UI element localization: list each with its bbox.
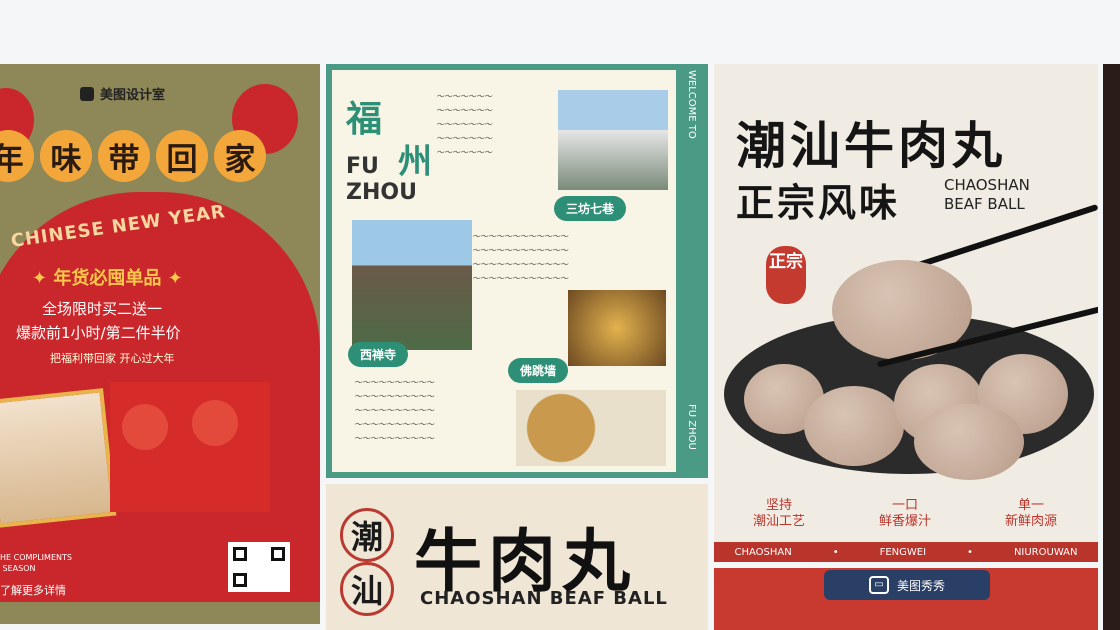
side-text: FU ZHOU: [686, 404, 697, 450]
promo-subtitle: ✦ 年货必囤单品 ✦: [32, 268, 183, 289]
headline-char: 味: [40, 130, 92, 182]
english-line: CHAOSHAN: [944, 176, 1030, 194]
side-text: WELCOME TO: [686, 70, 697, 139]
qr-code-icon: [228, 542, 290, 592]
beef-ball-image: [804, 386, 904, 466]
template-card-beef-ball-banner[interactable]: 潮 汕 牛肉丸 CHAOSHAN BEAF BALL: [326, 484, 708, 630]
top-bar: [0, 0, 1120, 62]
title-english: ZHOU: [346, 180, 417, 205]
template-card-beef-ball-poster[interactable]: 潮汕牛肉丸 正宗风味 CHAOSHAN BEAF BALL 正宗 坚持 潮汕工艺 …: [714, 64, 1098, 562]
headline: 年 味 带 回 家: [0, 130, 266, 182]
handwritten-text: ～～～～～～～～～～～～～～～～～～～～～～～～～～～～～～～～～～～～～～～～…: [354, 378, 434, 443]
feature-label: 一口 鲜香爆汁: [878, 498, 931, 529]
cake-image: [192, 400, 238, 446]
banner-english: CHAOSHAN BEAF BALL: [420, 588, 668, 609]
template-card-fuzhou[interactable]: 福 州 FU ZHOU ～～～～～～～ ～～～～～～～ ～～～～～～～ ～～～～～～～…: [326, 64, 708, 478]
cake-image: [122, 404, 168, 450]
promo-line: 把福利带回家 开心过大年: [50, 352, 175, 365]
footer-link: 了解更多详情: [0, 584, 66, 597]
pagoda-photo: [352, 220, 472, 350]
headline-char: 家: [214, 130, 266, 182]
ring-char: 潮: [340, 508, 394, 562]
brand-label: 美图设计室: [80, 84, 165, 103]
bar-text: CHAOSHAN: [734, 546, 792, 558]
bar-text: NIUROUWAN: [1013, 546, 1078, 558]
headline-char: 回: [156, 130, 208, 182]
authentic-stamp: 正宗: [766, 246, 806, 304]
feature-label: 坚持 潮汕工艺: [752, 498, 805, 529]
old-town-photo: [558, 90, 668, 190]
headline-char: 年: [0, 130, 34, 182]
soup-photo: [568, 290, 666, 366]
meitu-logo-icon: ▭: [868, 576, 889, 594]
poster-subtitle: 正宗风味: [736, 180, 901, 225]
promo-line: 爆款前1小时/第二件半价: [16, 324, 181, 342]
dessert-photo: [110, 382, 270, 512]
location-tag: 三坊七巷: [554, 196, 627, 221]
location-tag: 西禅寺: [348, 342, 409, 367]
beef-ball-image: [914, 404, 1024, 480]
bar-dot: •: [967, 546, 973, 558]
template-card-partial[interactable]: [1103, 64, 1120, 630]
brand-text: 美图设计室: [100, 88, 166, 103]
footer-english: HE COMPLIMENTS SEASON: [0, 553, 72, 573]
brand-tag: ▭ 美图秀秀: [824, 570, 990, 600]
poster-footer-bar: CHAOSHAN • FENGWEI • NIUROUWAN: [714, 542, 1098, 562]
handwritten-text: ～～～～～～～～～～～～～～～～～～～～～～～～～～～～～～～～～～～～～～～～…: [472, 232, 568, 283]
title-char: 州: [398, 142, 432, 182]
poster-english: CHAOSHAN BEAF BALL: [944, 176, 1030, 214]
guide-page: 福 州 FU ZHOU ～～～～～～～ ～～～～～～～ ～～～～～～～ ～～～～～～～…: [332, 70, 676, 472]
food-photo: [516, 390, 666, 466]
title-english: FU: [346, 154, 379, 179]
template-card-meitu[interactable]: ▭ 美图秀秀: [714, 568, 1098, 630]
poster-title: 潮汕牛肉丸: [736, 116, 1006, 175]
feature-label: 单一 新鲜肉源: [1004, 498, 1057, 529]
bar-dot: •: [832, 546, 839, 558]
headline-char: 带: [98, 130, 150, 182]
english-title: CHINESE NEW YEAR: [9, 201, 227, 252]
nougat-photo: [0, 388, 117, 528]
handwritten-text: ～～～～～～～ ～～～～～～～ ～～～～～～～ ～～～～～～～ ～～～～～～～: [436, 92, 492, 157]
template-card-new-year[interactable]: 美图设计室 年 味 带 回 家 CHINESE NEW YEAR ✦ 年货必囤单…: [0, 64, 320, 624]
english-line: BEAF BALL: [944, 195, 1025, 213]
ring-char: 汕: [340, 562, 394, 616]
bar-text: FENGWEI: [879, 546, 927, 558]
title-char: 福: [346, 98, 383, 140]
promo-line: 全场限时买二送一: [42, 300, 163, 318]
brand-tag-label: 美图秀秀: [896, 578, 945, 593]
side-strip: WELCOME TO FU ZHOU: [678, 64, 708, 478]
